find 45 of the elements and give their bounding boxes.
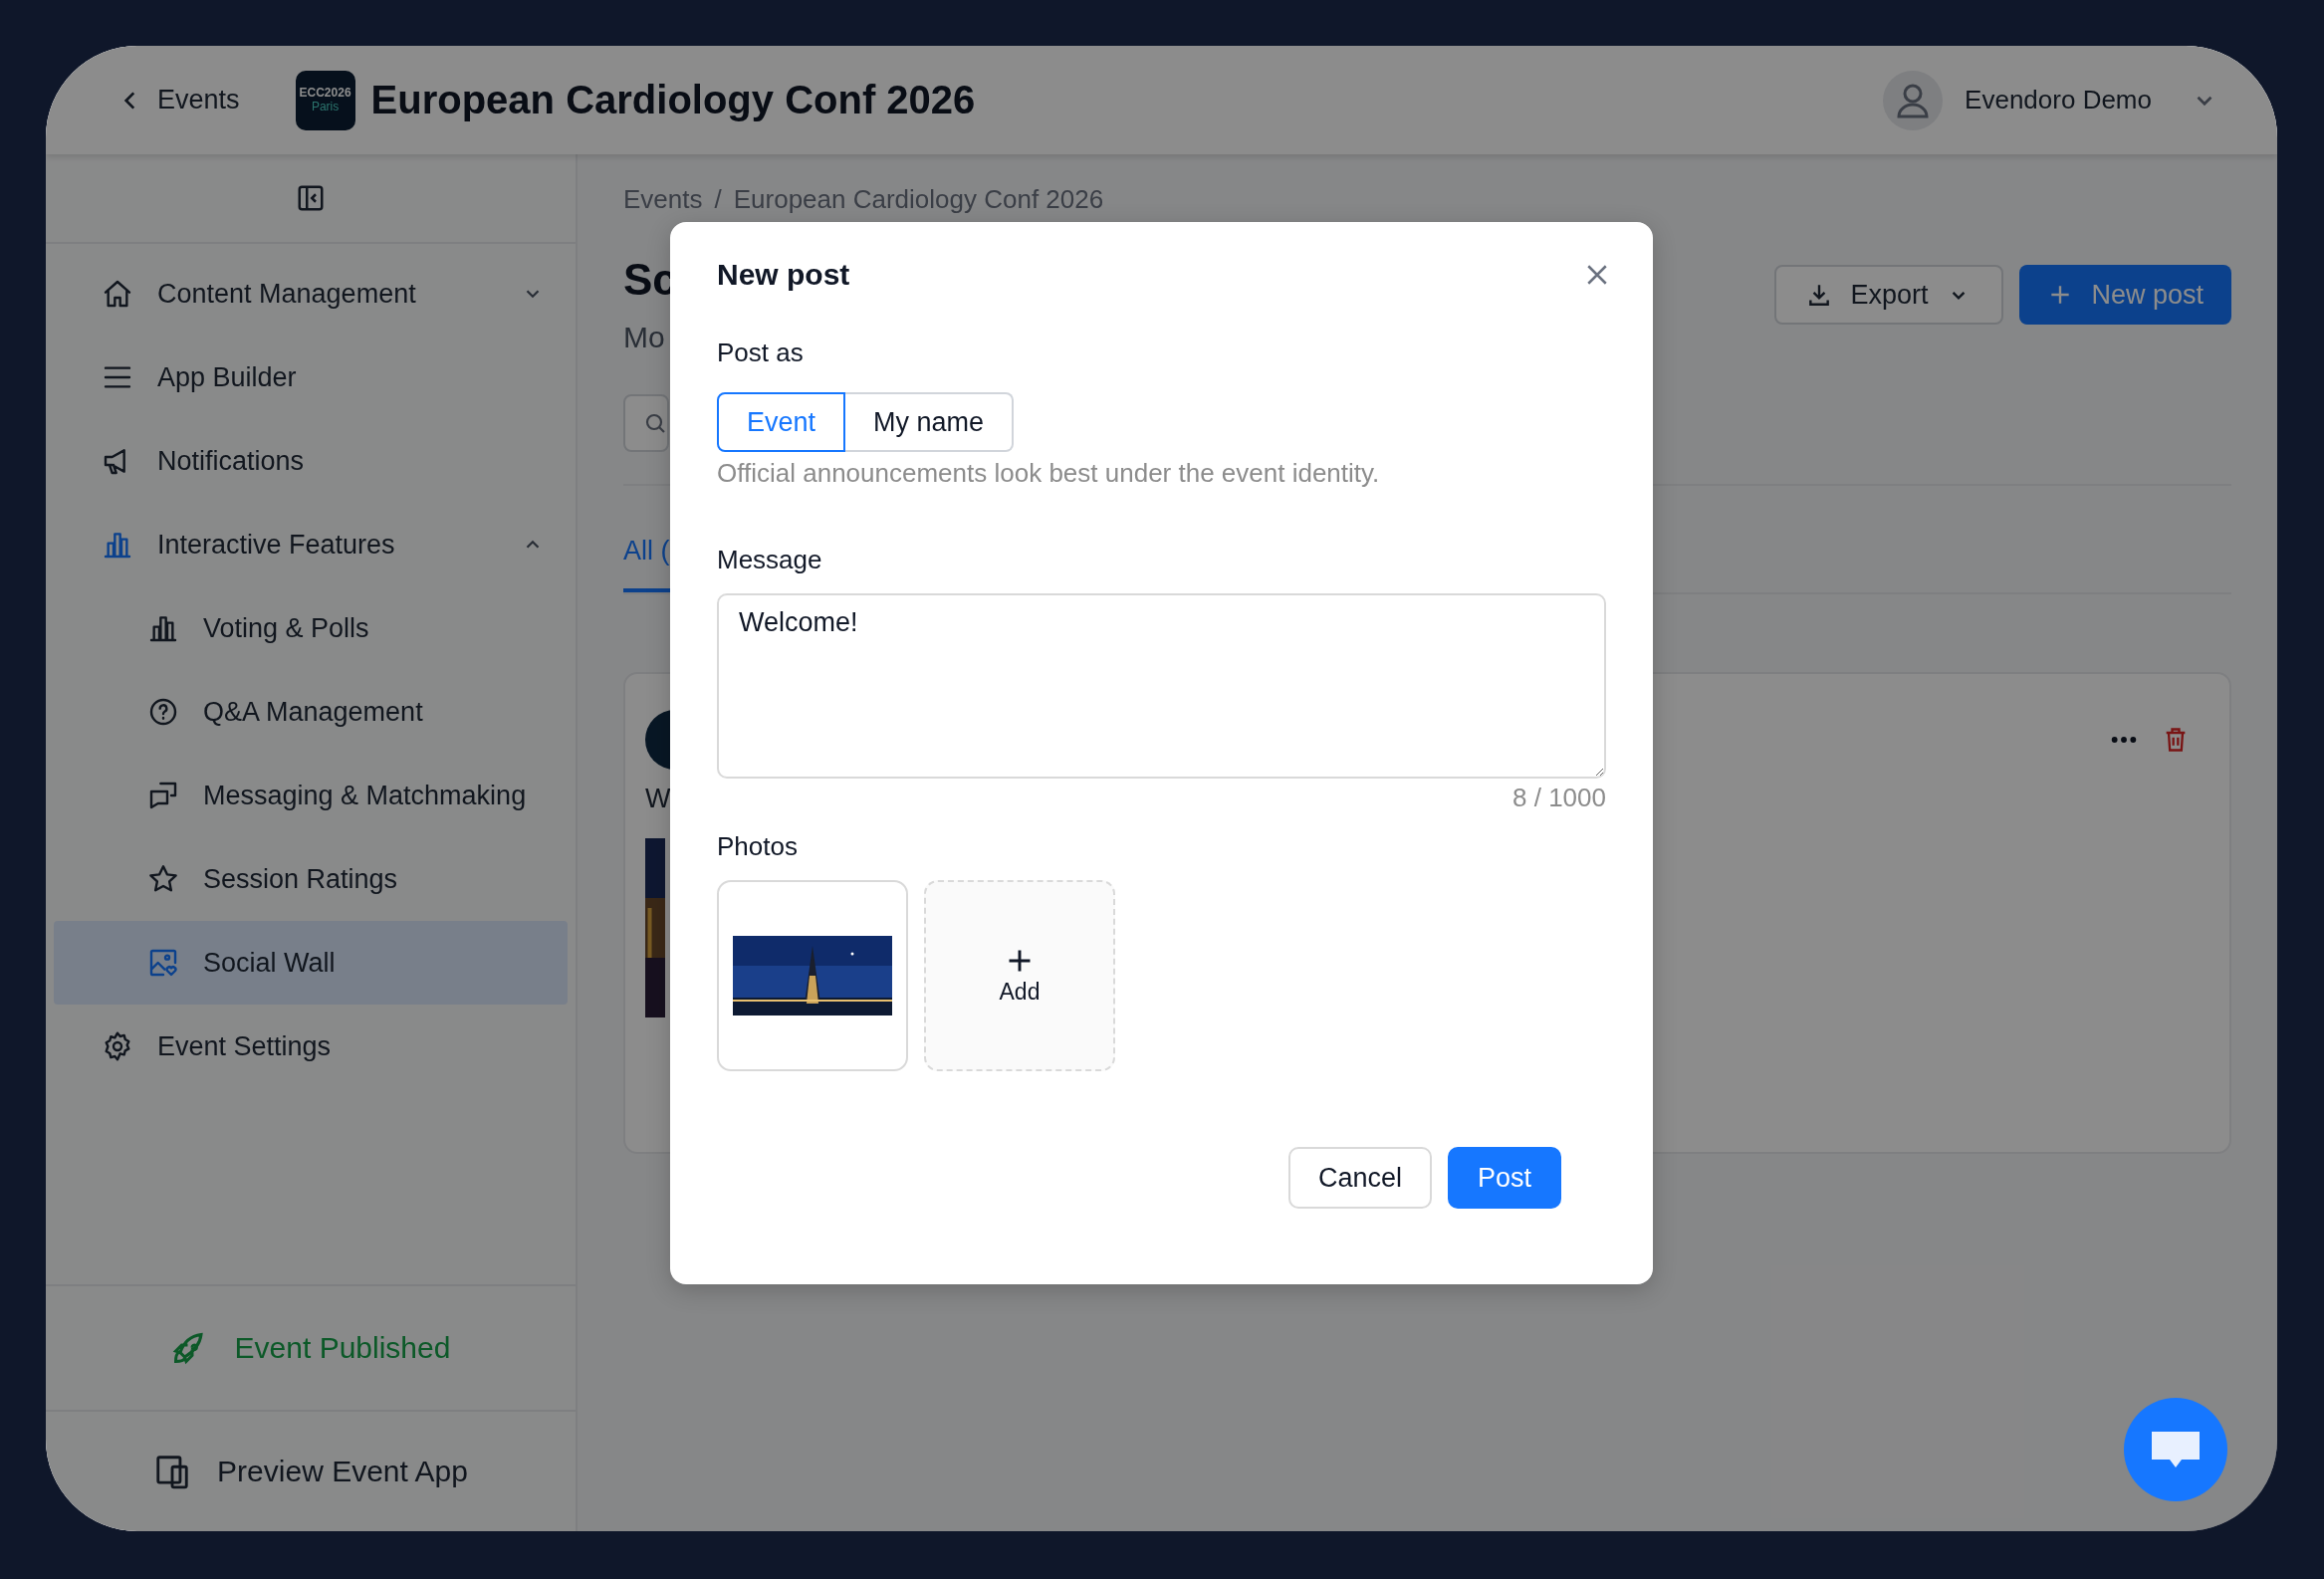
sidebar-item[interactable]: Content Management <box>54 252 568 336</box>
breadcrumb-separator: / <box>714 184 722 215</box>
event-logo: ECC2026 Paris <box>295 70 355 130</box>
export-button[interactable]: Export <box>1774 265 2004 325</box>
segment-option[interactable]: My name <box>845 392 1015 452</box>
collapse-sidebar-icon[interactable] <box>296 183 326 213</box>
breadcrumb-item: European Cardiology Conf 2026 <box>733 184 1104 215</box>
post-text: W <box>645 784 671 814</box>
question-icon <box>147 696 179 728</box>
character-counter: 8 / 1000 <box>1512 783 1606 813</box>
sidebar-item[interactable]: Notifications <box>54 419 568 503</box>
user-name[interactable]: Evendoro Demo <box>1965 85 2152 115</box>
sidebar-item[interactable]: Voting & Polls <box>54 586 568 670</box>
dialog-title: New post <box>717 258 850 292</box>
sidebar-item[interactable]: Q&A Management <box>54 670 568 754</box>
event-title: European Cardiology Conf 2026 <box>370 78 976 122</box>
field-label: Photos <box>717 831 799 862</box>
photo-thumbnail[interactable] <box>717 880 908 1071</box>
avatar-icon[interactable] <box>1883 70 1944 130</box>
post-button[interactable]: Post <box>1447 1147 1561 1209</box>
add-photo-button[interactable]: Add <box>924 880 1115 1071</box>
new-post-button[interactable]: New post <box>2019 265 2231 325</box>
sidebar-item[interactable]: Event Settings <box>54 1005 568 1088</box>
image-icon <box>147 947 179 979</box>
breadcrumb-item[interactable]: Events <box>623 184 703 215</box>
field-label: Message <box>717 545 823 575</box>
field-label: Post as <box>717 338 805 368</box>
sidebar-item[interactable]: Interactive Features <box>54 503 568 586</box>
publish-status: Event Published <box>234 1331 451 1365</box>
preview-link[interactable]: Preview Event App <box>46 1412 576 1531</box>
page-subtitle: Mo <box>623 321 665 354</box>
sidebar-item[interactable]: App Builder <box>54 336 568 419</box>
sidebar-item[interactable]: Social Wall <box>54 921 568 1005</box>
segment-option[interactable]: Event <box>717 392 846 452</box>
more-icon[interactable] <box>2110 735 2138 745</box>
message-field[interactable]: Welcome! <box>717 593 1606 779</box>
chat-button[interactable] <box>2124 1398 2227 1501</box>
hint-text: Official announcements look best under the event identity. <box>717 458 1381 489</box>
back-link[interactable]: Events <box>117 85 240 115</box>
sidebar-item[interactable]: Session Ratings <box>54 837 568 921</box>
search-field[interactable] <box>623 394 669 452</box>
cancel-button[interactable]: Cancel <box>1287 1147 1432 1209</box>
sidebar-item[interactable]: Messaging & Matchmaking <box>54 754 568 837</box>
chat-icon <box>147 780 179 811</box>
home-icon <box>102 278 133 310</box>
